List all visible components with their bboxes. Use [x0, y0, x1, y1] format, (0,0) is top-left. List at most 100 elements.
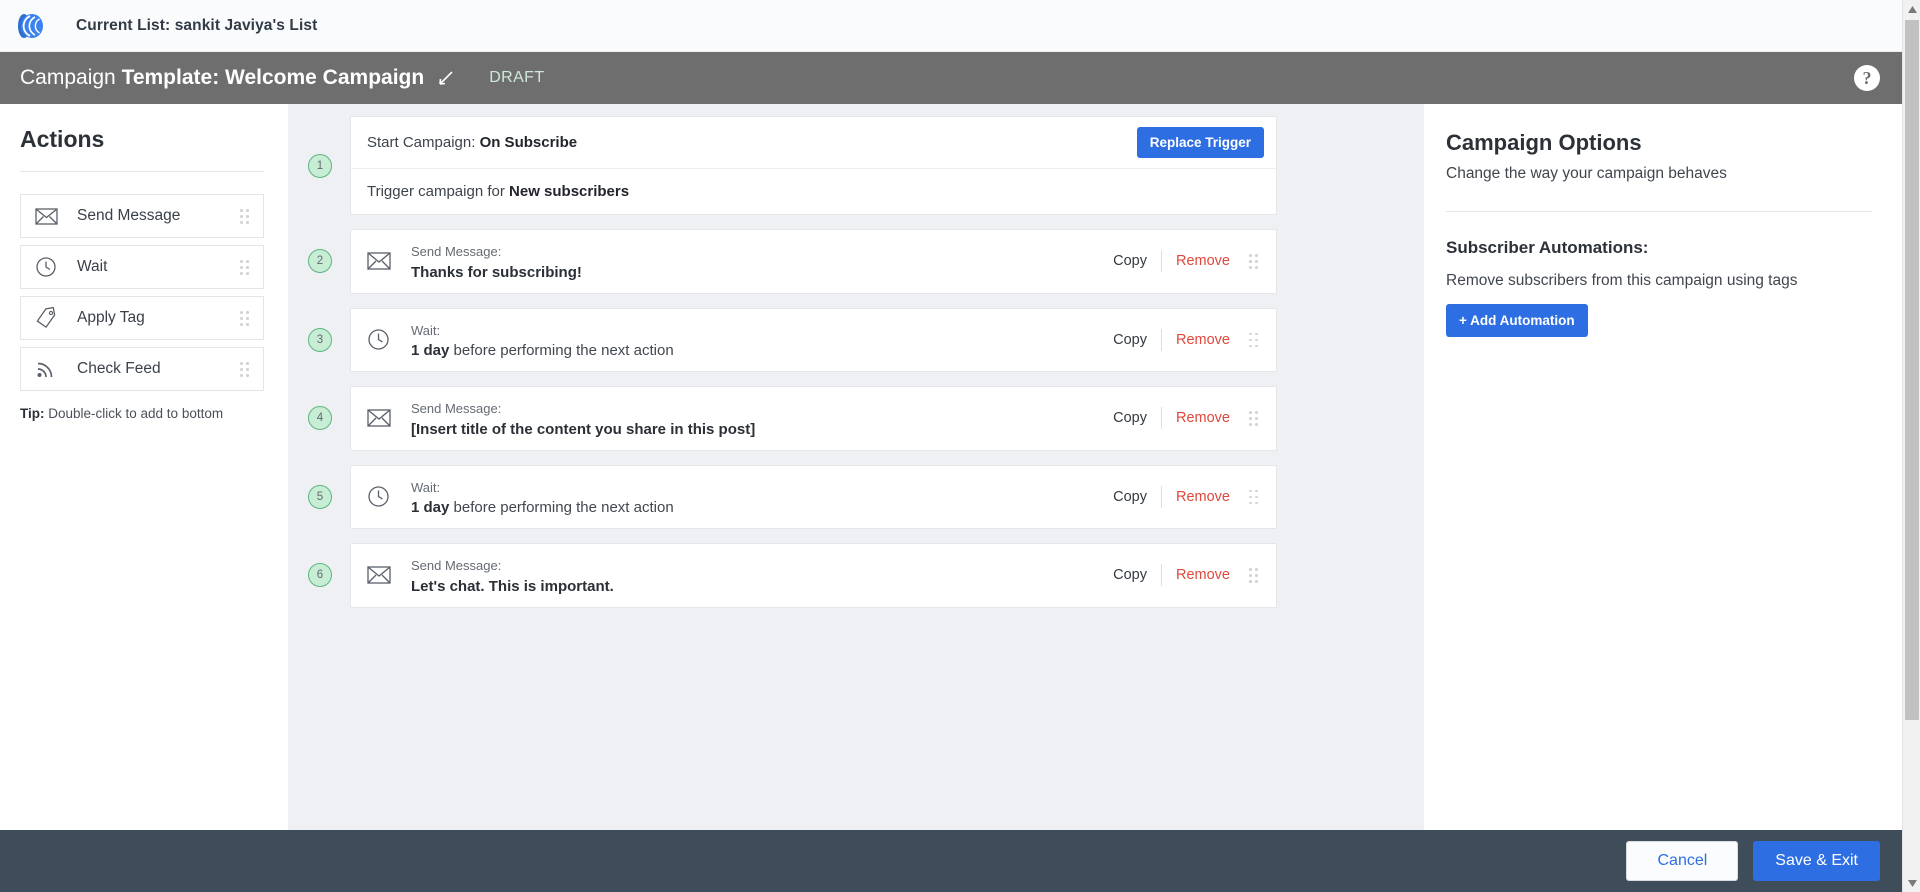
pencil-icon[interactable] — [436, 68, 456, 88]
drag-handle-icon[interactable] — [1248, 331, 1260, 349]
current-list-label: Current List: sankit Javiya's List — [76, 16, 318, 34]
drag-handle-icon[interactable] — [1248, 252, 1260, 270]
drag-handle-icon[interactable] — [239, 207, 251, 225]
step-row: 1 Start Campaign: On Subscribe Replace T… — [288, 116, 1424, 215]
status-badge: DRAFT — [489, 69, 545, 86]
page-scrollbar[interactable] — [1902, 0, 1920, 892]
trigger-card-header: Start Campaign: On Subscribe Replace Tri… — [351, 117, 1276, 169]
action-card-texts: Send Message: Let's chat. This is import… — [411, 556, 1099, 595]
copy-button[interactable]: Copy — [1099, 489, 1161, 505]
envelope-icon — [35, 207, 61, 225]
drag-handle-icon[interactable] — [1248, 566, 1260, 584]
campaign-options-subtitle: Change the way your campaign behaves — [1446, 165, 1727, 182]
action-card-inner: Send Message: Thanks for subscribing! Co… — [351, 230, 1276, 293]
actions-sidebar: Actions Send Message Wait Apply Tag Chec… — [0, 104, 288, 830]
action-kind-label: Wait: — [411, 479, 441, 495]
action-title: 1 day before performing the next action — [411, 499, 1099, 516]
drag-handle-icon[interactable] — [239, 309, 251, 327]
action-title-rest: before performing the next action — [449, 342, 674, 359]
drag-handle-icon[interactable] — [239, 360, 251, 378]
copy-button[interactable]: Copy — [1099, 332, 1161, 348]
action-card-controls: Copy Remove — [1099, 328, 1264, 351]
step-number-badge: 4 — [308, 406, 332, 431]
save-and-exit-button[interactable]: Save & Exit — [1753, 841, 1880, 881]
trigger-start-value: On Subscribe — [479, 134, 578, 151]
subscriber-automations-title: Subscriber Automations: — [1446, 238, 1649, 257]
drag-handle-icon[interactable] — [1248, 409, 1260, 427]
campaign-builder-app: Current List: sankit Javiya's List Campa… — [0, 0, 1920, 892]
subscriber-automations-desc: Remove subscribers from this campaign us… — [1446, 272, 1798, 289]
action-card-texts: Wait: 1 day before performing the next a… — [411, 478, 1099, 517]
campaign-options-panel: Campaign Options Change the way your cam… — [1424, 104, 1902, 830]
remove-button[interactable]: Remove — [1162, 410, 1244, 426]
remove-button[interactable]: Remove — [1162, 332, 1244, 348]
action-title: [Insert title of the content you share i… — [411, 421, 1099, 438]
action-item-send-message[interactable]: Send Message — [20, 194, 264, 238]
page-title-main: Template: Welcome Campaign — [121, 66, 425, 89]
main-body: Actions Send Message Wait Apply Tag Chec… — [0, 104, 1902, 830]
replace-trigger-button[interactable]: Replace Trigger — [1136, 127, 1264, 158]
action-card[interactable]: Send Message: Let's chat. This is import… — [350, 543, 1277, 608]
scroll-up-arrow-icon[interactable] — [1903, 0, 1920, 18]
copy-button[interactable]: Copy — [1099, 410, 1161, 426]
campaign-options-title: Campaign Options — [1446, 130, 1642, 155]
action-title: Thanks for subscribing! — [411, 264, 1099, 281]
sidebar-tip-bold: Tip: — [20, 406, 45, 421]
action-card-texts: Send Message: Thanks for subscribing! — [411, 242, 1099, 281]
sidebar-tip: Tip: Double-click to add to bottom — [20, 406, 264, 421]
action-card[interactable]: Send Message: Thanks for subscribing! Co… — [350, 229, 1277, 294]
action-card-inner: Send Message: Let's chat. This is import… — [351, 544, 1276, 607]
action-card[interactable]: Wait: 1 day before performing the next a… — [350, 307, 1277, 372]
action-title-bold: Let's chat. This is important. — [411, 577, 614, 595]
cancel-button[interactable]: Cancel — [1626, 841, 1739, 881]
action-item-apply-tag[interactable]: Apply Tag — [20, 296, 264, 340]
help-icon[interactable]: ? — [1854, 65, 1880, 91]
action-card-controls: Copy Remove — [1099, 407, 1264, 430]
trigger-body-value: New subscribers — [509, 183, 630, 200]
action-kind-label: Send Message: — [411, 244, 502, 259]
campaign-header-bar: Campaign Template: Welcome Campaign DRAF… — [0, 52, 1902, 104]
action-card-texts: Wait: 1 day before performing the next a… — [411, 321, 1099, 360]
step-row: 4 Send Message: [Insert title of the con… — [288, 386, 1424, 451]
clock-icon — [367, 485, 397, 508]
step-row: 3 Wait: 1 day before performing the next… — [288, 307, 1424, 372]
remove-button[interactable]: Remove — [1162, 253, 1244, 269]
action-card-inner: Send Message: [Insert title of the conte… — [351, 387, 1276, 450]
action-title-bold: Thanks for subscribing! — [411, 263, 582, 281]
action-title: Let's chat. This is important. — [411, 578, 1099, 595]
action-item-wait[interactable]: Wait — [20, 245, 264, 289]
drag-handle-icon[interactable] — [1248, 488, 1260, 506]
action-card-texts: Send Message: [Insert title of the conte… — [411, 399, 1099, 438]
copy-button[interactable]: Copy — [1099, 567, 1161, 583]
panel-divider — [1446, 211, 1872, 212]
action-item-check-feed[interactable]: Check Feed — [20, 347, 264, 391]
steps-list: 1 Start Campaign: On Subscribe Replace T… — [288, 104, 1424, 608]
action-item-label: Wait — [77, 258, 108, 275]
campaign-steps-area: 1 Start Campaign: On Subscribe Replace T… — [288, 104, 1424, 830]
trigger-card[interactable]: Start Campaign: On Subscribe Replace Tri… — [350, 116, 1277, 215]
envelope-icon — [367, 409, 397, 427]
remove-button[interactable]: Remove — [1162, 489, 1244, 505]
scrollbar-thumb[interactable] — [1905, 20, 1919, 720]
action-card[interactable]: Send Message: [Insert title of the conte… — [350, 386, 1277, 451]
scroll-down-arrow-icon[interactable] — [1903, 874, 1920, 892]
trigger-card-body: Trigger campaign for New subscribers — [351, 169, 1276, 214]
sidebar-tip-text: Double-click to add to bottom — [44, 406, 224, 421]
top-list-bar: Current List: sankit Javiya's List — [0, 0, 1902, 52]
action-title: 1 day before performing the next action — [411, 342, 1099, 359]
add-automation-button[interactable]: + Add Automation — [1446, 304, 1588, 337]
action-card[interactable]: Wait: 1 day before performing the next a… — [350, 464, 1277, 529]
envelope-icon — [367, 566, 397, 584]
page-title-prefix: Campaign — [20, 66, 122, 89]
page-title: Campaign Template: Welcome Campaign — [20, 66, 424, 90]
trigger-start-label: Start Campaign: — [367, 134, 480, 151]
brand-logo-icon[interactable] — [10, 6, 50, 46]
remove-button[interactable]: Remove — [1162, 567, 1244, 583]
copy-button[interactable]: Copy — [1099, 253, 1161, 269]
rss-icon — [35, 358, 61, 380]
envelope-icon — [367, 252, 397, 270]
action-title-bold: [Insert title of the content you share i… — [411, 420, 756, 438]
sidebar-divider — [20, 171, 264, 172]
drag-handle-icon[interactable] — [239, 258, 251, 276]
clock-icon — [35, 256, 61, 278]
